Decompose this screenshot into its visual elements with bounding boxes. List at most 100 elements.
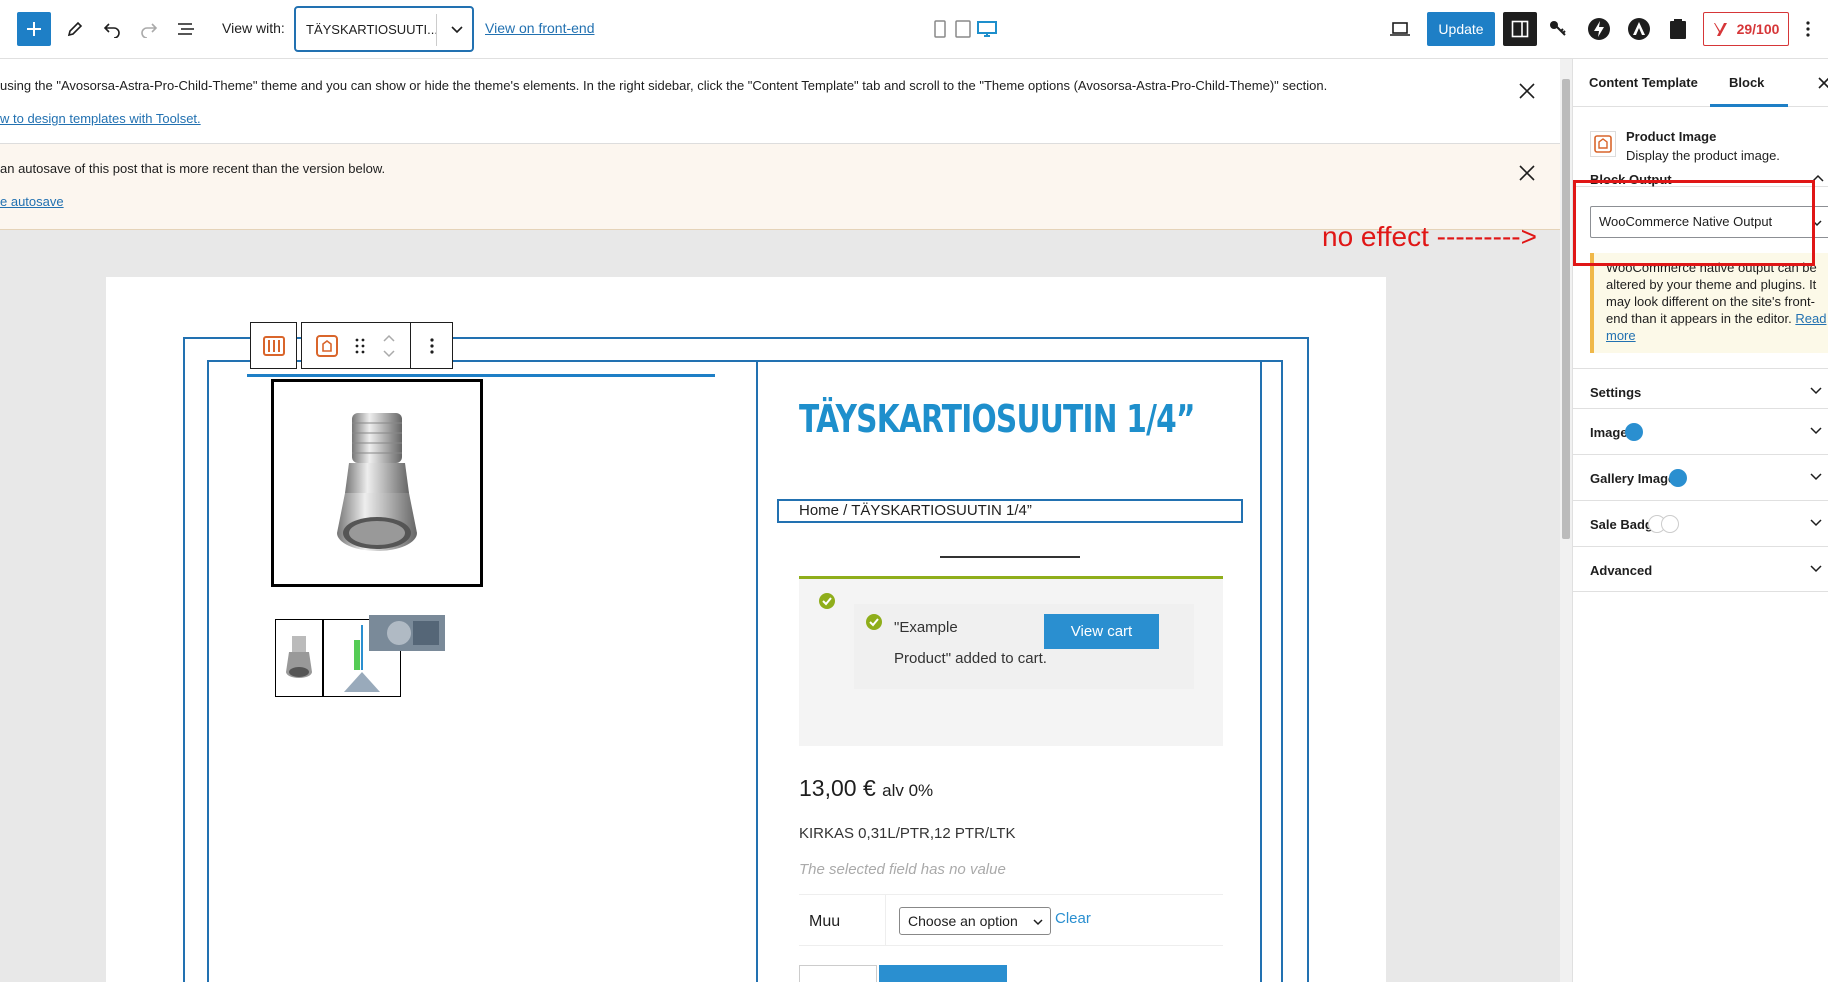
annotation-highlight-box	[1573, 180, 1815, 266]
chevron-down-icon	[1810, 427, 1822, 435]
theme-notice-text: using the "Avosorsa-Astra-Pro-Child-Them…	[0, 78, 1328, 93]
undo-button[interactable]	[95, 12, 129, 46]
product-gallery-thumbnails	[275, 615, 475, 709]
variation-select-value: Choose an option	[908, 913, 1018, 929]
settings-sidebar-toggle[interactable]	[1503, 12, 1537, 46]
toolset-access-button[interactable]	[1541, 12, 1575, 46]
pencil-icon	[67, 21, 83, 37]
autosave-notice-text: an autosave of this post that is more re…	[0, 161, 386, 176]
panel-label: Image	[1590, 425, 1628, 440]
plus-icon	[27, 22, 41, 36]
tab-content-template[interactable]: Content Template	[1589, 75, 1698, 90]
panel-advanced[interactable]: Advanced	[1573, 546, 1828, 592]
options-menu-button[interactable]	[1796, 12, 1820, 46]
product-image-block-icon	[1590, 131, 1616, 157]
breadcrumb[interactable]: Home / TÄYSKARTIOSUUTIN 1/4”	[777, 499, 1243, 523]
seo-score-button[interactable]: 29/100	[1703, 12, 1789, 46]
cart-message-line1: "Example	[894, 619, 958, 636]
more-vertical-icon	[429, 337, 434, 354]
close-icon[interactable]	[1515, 161, 1539, 185]
add-to-cart-button[interactable]	[879, 965, 1007, 982]
gallery-thumbnail[interactable]	[369, 615, 445, 651]
block-type-switcher[interactable]	[301, 322, 411, 369]
product-image-block-icon	[316, 334, 338, 357]
update-button[interactable]: Update	[1427, 12, 1495, 46]
tablet-icon	[955, 20, 971, 38]
nozzle-thumbnail	[286, 636, 312, 678]
yoast-icon	[1713, 23, 1727, 36]
variation-select[interactable]: Choose an option	[899, 907, 1051, 935]
view-with-label: View with:	[222, 20, 285, 36]
theme-notice: using the "Avosorsa-Astra-Pro-Child-Them…	[0, 59, 1560, 144]
panel-gallery-images[interactable]: Gallery Images	[1573, 454, 1828, 500]
astra-logo-icon	[1628, 18, 1650, 40]
clear-variation-link[interactable]: Clear	[1055, 910, 1091, 927]
canvas-scrollbar[interactable]	[1560, 59, 1572, 982]
block-toolbar	[250, 322, 453, 369]
redo-button[interactable]	[132, 12, 166, 46]
check-circle-icon	[866, 614, 882, 630]
cart-message-line2: Product" added to cart.	[894, 650, 1047, 667]
key-icon	[1550, 21, 1566, 36]
tablet-preview-button[interactable]	[952, 18, 974, 40]
more-vertical-icon	[1806, 21, 1810, 37]
sidebar-icon	[1511, 20, 1529, 38]
panel-sale-badge[interactable]: Sale Badge	[1573, 500, 1828, 546]
price-value: 13,00 €	[799, 775, 876, 801]
view-on-frontend-link[interactable]: View on front-end	[485, 20, 594, 36]
quantity-input[interactable]	[799, 965, 877, 982]
add-block-button[interactable]	[17, 12, 51, 46]
nozzle-image	[337, 413, 417, 551]
autosave-notice-link[interactable]: e autosave	[0, 194, 64, 209]
parent-block-button[interactable]	[250, 322, 297, 369]
variation-label: Muu	[809, 913, 841, 930]
table-divider	[885, 895, 886, 945]
chevron-down-icon	[451, 26, 463, 34]
color-indicator	[1661, 515, 1679, 533]
preview-button[interactable]	[1383, 12, 1417, 46]
desktop-preview-button[interactable]	[975, 18, 999, 40]
editor-canvas: using the "Avosorsa-Astra-Pro-Child-Them…	[0, 59, 1572, 982]
desktop-icon	[977, 21, 997, 37]
block-options-button[interactable]	[411, 322, 453, 369]
mobile-preview-button[interactable]	[930, 18, 950, 40]
performance-button[interactable]	[1582, 12, 1616, 46]
settings-sidebar: Content Template Block Product Image Dis…	[1572, 59, 1828, 982]
close-icon[interactable]	[1515, 79, 1539, 103]
content-template-select[interactable]: TÄYSKARTIOSUUTI...	[294, 6, 474, 52]
document-overview-button[interactable]	[169, 12, 203, 46]
column-divider	[1260, 360, 1262, 982]
scrollbar-thumb[interactable]	[1562, 79, 1570, 539]
view-cart-button[interactable]: View cart	[1044, 614, 1159, 649]
autosave-notice: an autosave of this post that is more re…	[0, 144, 1560, 230]
column-divider	[756, 360, 758, 982]
panel-image[interactable]: Image	[1573, 408, 1828, 454]
selected-block-indicator	[247, 374, 715, 377]
separator	[940, 556, 1080, 558]
seo-score-value: 29/100	[1736, 21, 1780, 37]
chevron-down-icon	[1810, 565, 1822, 573]
close-icon[interactable]	[1817, 76, 1828, 90]
template-select-value: TÄYSKARTIOSUUTI...	[306, 22, 438, 37]
theme-notice-link[interactable]: w to design templates with Toolset.	[0, 111, 201, 126]
color-indicator	[1669, 469, 1687, 487]
list-view-icon	[178, 23, 194, 35]
product-main-image[interactable]	[271, 379, 483, 587]
select-divider	[436, 14, 437, 46]
color-indicator	[1625, 423, 1643, 441]
move-up-down-icon[interactable]	[382, 331, 396, 361]
product-title: TÄYSKARTIOSUUTIN 1/4”	[799, 397, 1195, 441]
gallery-thumbnail[interactable]	[275, 619, 323, 697]
drag-handle-icon[interactable]	[354, 337, 366, 355]
check-circle-icon	[819, 593, 835, 609]
product-image-icon	[1594, 135, 1612, 153]
tools-button[interactable]	[58, 12, 92, 46]
clipboard-button[interactable]	[1661, 12, 1695, 46]
tab-block[interactable]: Block	[1729, 75, 1764, 90]
chevron-down-icon	[1810, 519, 1822, 527]
clipboard-icon	[1670, 19, 1686, 39]
astra-button[interactable]	[1622, 12, 1656, 46]
product-short-description: KIRKAS 0,31L/PTR,12 PTR/LTK	[799, 825, 1016, 842]
product-price: 13,00 € alv 0%	[799, 775, 933, 802]
laptop-icon	[1390, 22, 1410, 36]
